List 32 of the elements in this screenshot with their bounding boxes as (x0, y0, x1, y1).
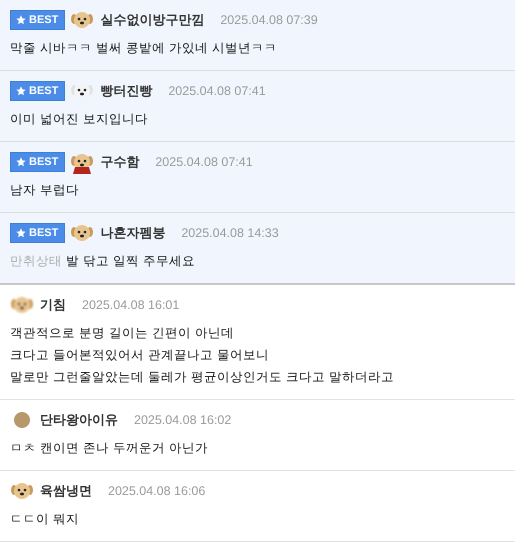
author-name[interactable]: 기침 (40, 296, 66, 314)
author-name[interactable]: 단타왕아이유 (40, 411, 118, 429)
comment-date: 2025.04.08 07:41 (168, 84, 266, 98)
star-icon (16, 15, 26, 25)
author-name[interactable]: 구수함 (100, 153, 140, 171)
comment-text: 남자 부럽다 (10, 181, 80, 199)
comment-text: ㄷㄷ이 뭐지 (10, 510, 80, 528)
comment-date: 2025.04.08 07:39 (220, 13, 318, 27)
star-icon (16, 228, 26, 238)
star-icon (16, 157, 26, 167)
comment-text: 말로만 그런줄알았는데 둘레가 평균이상인거도 크다고 말하더라고 (10, 368, 395, 386)
author-name[interactable]: 나혼자펨붕 (100, 224, 166, 242)
author-name[interactable]: 빵터진빵 (100, 82, 152, 100)
badge-label: BEST (29, 85, 58, 97)
comment-text: ㅁㅊ 캔이면 존나 두꺼운거 아닌가 (10, 439, 209, 457)
badge-label: BEST (29, 156, 58, 168)
author-name[interactable]: 실수없이방구만낌 (100, 11, 204, 29)
comment-text: 막줄 시바ㅋㅋ 벌써 콩밭에 가있네 시벌년ㅋㅋ (10, 39, 278, 57)
comment-date: 2025.04.08 16:01 (82, 298, 180, 312)
comment-text: 크다고 들어본적있어서 관계끝나고 물어보니 (10, 346, 270, 364)
comment-date: 2025.04.08 16:02 (134, 413, 232, 427)
comment-date: 2025.04.08 14:33 (181, 226, 279, 240)
badge-label: BEST (29, 227, 58, 239)
star-icon (16, 86, 26, 96)
badge-label: BEST (29, 14, 58, 26)
author-name[interactable]: 육쌈냉면 (40, 482, 92, 500)
comment-date: 2025.04.08 07:41 (155, 155, 253, 169)
comment-text: 이미 넓어진 보지입니다 (10, 110, 149, 128)
comment-text: 발 닦고 일찍 주무세요 (64, 253, 195, 268)
avatar-icon (14, 412, 30, 428)
comment-date: 2025.04.08 16:06 (108, 484, 206, 498)
comment-text: 객관적으로 분명 길이는 긴편이 아닌데 (10, 324, 235, 342)
